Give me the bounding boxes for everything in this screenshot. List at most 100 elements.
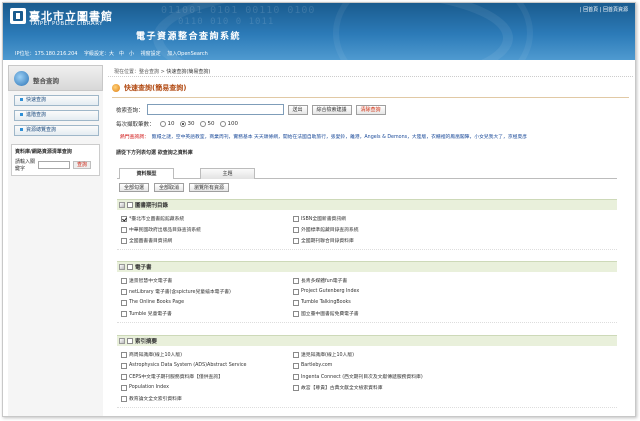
database-item[interactable]: 教育論文全文索引資料庫 bbox=[121, 395, 293, 402]
top-links[interactable]: | 回首頁 | 回首頁資源 bbox=[580, 6, 628, 13]
database-item[interactable]: netLibrary 電子書(含spicture兒童繪本電子書) bbox=[121, 288, 293, 295]
database-label[interactable]: *臺北市立圖書館館藏系統 bbox=[129, 215, 184, 222]
database-item[interactable]: 長青多媒體fun電子書 bbox=[293, 277, 465, 284]
database-label[interactable]: CEPS中文電子期刊服務資料庫【僅供查詢】 bbox=[129, 373, 223, 380]
opensearch-link[interactable]: 加入OpenSearch bbox=[167, 51, 208, 57]
database-label[interactable]: The Online Books Page bbox=[129, 300, 184, 305]
sidebar-item-quick-search[interactable]: 快速查詢 bbox=[14, 95, 99, 106]
database-label[interactable]: 全國期刊聯合目錄資料庫 bbox=[301, 237, 354, 244]
database-checkbox[interactable] bbox=[121, 299, 127, 306]
count-radio-30[interactable] bbox=[179, 121, 186, 127]
database-label[interactable]: netLibrary 電子書(含spicture兒童繪本電子書) bbox=[129, 288, 231, 295]
database-label[interactable]: ISBN全國新書資訊網 bbox=[301, 215, 346, 222]
database-checkbox[interactable] bbox=[121, 215, 127, 222]
database-item[interactable]: Population Index bbox=[121, 384, 293, 391]
database-item[interactable]: Tumble TalkingBooks bbox=[293, 299, 465, 306]
search-input[interactable] bbox=[146, 104, 284, 115]
database-label[interactable]: Bartleby.com bbox=[301, 363, 332, 368]
database-label[interactable]: Tumble TalkingBooks bbox=[301, 300, 351, 305]
database-item[interactable]: 中華民國政府出版品目錄查詢系統 bbox=[121, 226, 293, 233]
group-checkbox[interactable] bbox=[127, 202, 133, 208]
database-item[interactable]: 故宮【尊貴】古典文獻全文檢索資料庫 bbox=[293, 384, 465, 391]
database-checkbox[interactable] bbox=[293, 277, 299, 284]
group-toggle-icon[interactable] bbox=[119, 202, 125, 208]
database-checkbox[interactable] bbox=[293, 299, 299, 306]
database-checkbox[interactable] bbox=[121, 373, 127, 380]
resource-search-button[interactable]: 查詢 bbox=[73, 161, 92, 169]
sidebar-title: 整合查詢 bbox=[33, 77, 59, 85]
database-checkbox[interactable] bbox=[293, 237, 299, 244]
database-checkbox[interactable] bbox=[121, 351, 127, 358]
library-logo-icon[interactable] bbox=[10, 8, 26, 24]
database-label[interactable]: 國立臺中圖書館免費電子書 bbox=[301, 310, 359, 317]
database-label[interactable]: 故宮【尊貴】古典文獻全文檢索資料庫 bbox=[301, 384, 383, 391]
database-label[interactable]: Tumble 兒童電子書 bbox=[129, 310, 172, 317]
database-item[interactable]: 遠景智慧中文電子書 bbox=[121, 277, 293, 284]
database-label[interactable]: 中華民國政府出版品目錄查詢系統 bbox=[129, 226, 201, 233]
database-checkbox[interactable] bbox=[293, 362, 299, 369]
group-checkbox[interactable] bbox=[127, 264, 133, 270]
group-toggle-icon[interactable] bbox=[119, 264, 125, 270]
database-item[interactable]: Tumble 兒童電子書 bbox=[121, 310, 293, 317]
count-radio-50[interactable] bbox=[199, 121, 206, 127]
database-checkbox[interactable] bbox=[121, 288, 127, 295]
sidebar-item-advanced-search[interactable]: 進階查詢 bbox=[14, 110, 99, 121]
window-setting-link[interactable]: 視窗設定 bbox=[141, 51, 161, 57]
database-item[interactable]: ISBN全國新書資訊網 bbox=[293, 215, 465, 222]
database-checkbox[interactable] bbox=[121, 362, 127, 369]
database-checkbox[interactable] bbox=[121, 237, 127, 244]
database-label[interactable]: 遠見知識庫(線上10人版) bbox=[301, 351, 354, 358]
database-checkbox[interactable] bbox=[293, 215, 299, 222]
database-item[interactable]: Bartleby.com bbox=[293, 362, 465, 369]
database-checkbox[interactable] bbox=[121, 310, 127, 317]
count-radio-10[interactable] bbox=[159, 121, 166, 127]
database-checkbox[interactable] bbox=[293, 226, 299, 233]
database-item[interactable]: 外國標準館藏目錄查詢系統 bbox=[293, 226, 465, 233]
database-label[interactable]: Ingenta Connect (西文期刊目次及文獻傳遞服務資料庫) bbox=[301, 373, 423, 380]
database-item[interactable]: Project Gutenberg Index bbox=[293, 288, 465, 295]
database-item[interactable]: *臺北市立圖書館館藏系統 bbox=[121, 215, 293, 222]
database-checkbox[interactable] bbox=[293, 373, 299, 380]
database-checkbox[interactable] bbox=[121, 384, 127, 391]
database-item[interactable]: Ingenta Connect (西文期刊目次及文獻傳遞服務資料庫) bbox=[293, 373, 465, 380]
database-item[interactable]: CEPS中文電子期刊服務資料庫【僅供查詢】 bbox=[121, 373, 293, 380]
database-label[interactable]: 外國標準館藏目錄查詢系統 bbox=[301, 226, 359, 233]
database-label[interactable]: 全國圖書書目資訊網 bbox=[129, 237, 172, 244]
suggest-button[interactable]: 綜合檢索建議 bbox=[311, 104, 352, 115]
tab-subject[interactable]: 主題 bbox=[200, 168, 255, 179]
database-checkbox[interactable] bbox=[121, 395, 127, 402]
database-item[interactable]: The Online Books Page bbox=[121, 299, 293, 306]
database-item[interactable]: 遠見知識庫(線上10人版) bbox=[293, 351, 465, 358]
database-checkbox[interactable] bbox=[293, 384, 299, 391]
database-checkbox[interactable] bbox=[293, 351, 299, 358]
database-item[interactable]: 商周知識庫(線上10人版) bbox=[121, 351, 293, 358]
database-label[interactable]: 遠景智慧中文電子書 bbox=[129, 277, 172, 284]
database-item[interactable]: Astrophysics Data System (ADS)Abstract S… bbox=[121, 362, 293, 369]
group-toggle-icon[interactable] bbox=[119, 338, 125, 344]
resource-keyword-input[interactable] bbox=[38, 161, 70, 169]
hot-keyword-links[interactable]: 甄嬛之謎，空中英語教室，商業周刊，實務基本 天天頭條網，開始在法國自助旅行，張愛… bbox=[152, 135, 527, 140]
browse-all-resources-button[interactable]: 瀏覽所有資源 bbox=[189, 183, 230, 192]
database-label[interactable]: Population Index bbox=[129, 385, 169, 390]
tab-data-type[interactable]: 資料類型 bbox=[119, 168, 174, 179]
database-label[interactable]: 商周知識庫(線上10人版) bbox=[129, 351, 182, 358]
submit-button[interactable]: 送出 bbox=[287, 104, 308, 115]
select-all-button[interactable]: 全部勾選 bbox=[119, 183, 150, 192]
database-item[interactable]: 全國期刊聯合目錄資料庫 bbox=[293, 237, 465, 244]
deselect-all-button[interactable]: 全部取消 bbox=[154, 183, 185, 192]
sidebar-item-resource-overview[interactable]: 資源總覽查詢 bbox=[14, 125, 99, 136]
clear-button[interactable]: 清除查詢 bbox=[355, 104, 386, 115]
database-checkbox[interactable] bbox=[293, 288, 299, 295]
database-checkbox[interactable] bbox=[293, 310, 299, 317]
database-label[interactable]: Project Gutenberg Index bbox=[301, 289, 359, 294]
database-label[interactable]: 教育論文全文索引資料庫 bbox=[129, 395, 182, 402]
database-item[interactable]: 國立臺中圖書館免費電子書 bbox=[293, 310, 465, 317]
database-label[interactable]: 長青多媒體fun電子書 bbox=[301, 277, 347, 284]
database-item[interactable]: 全國圖書書目資訊網 bbox=[121, 237, 293, 244]
database-checkbox[interactable] bbox=[121, 277, 127, 284]
database-checkbox[interactable] bbox=[121, 226, 127, 233]
font-size-setting[interactable]: 字級設定：大 中 小 bbox=[84, 51, 134, 57]
group-checkbox[interactable] bbox=[127, 338, 133, 344]
database-label[interactable]: Astrophysics Data System (ADS)Abstract S… bbox=[129, 363, 246, 368]
count-radio-100[interactable] bbox=[219, 121, 226, 127]
